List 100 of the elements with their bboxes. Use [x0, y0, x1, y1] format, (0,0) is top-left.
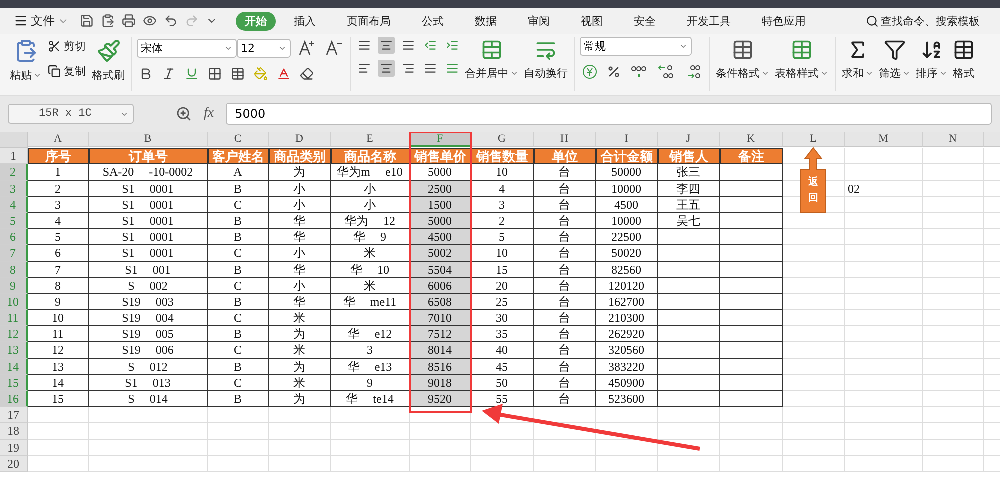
currency-icon[interactable]: [580, 62, 600, 82]
shape-label: 返回: [808, 176, 818, 206]
name-box[interactable]: 15R x 1C: [8, 104, 134, 124]
ribbon-tab[interactable]: 插入: [285, 12, 325, 30]
empty-cell: [534, 423, 596, 440]
ribbon-tab[interactable]: 审阅: [519, 12, 559, 30]
ribbon-tab[interactable]: 特色应用: [753, 12, 815, 30]
table-cell: 米: [331, 278, 410, 294]
table-cell: 台: [534, 180, 596, 197]
sum-button[interactable]: 求和: [841, 37, 875, 83]
row-header[interactable]: 17: [0, 407, 28, 424]
column-header[interactable]: B: [89, 132, 208, 147]
file-menu[interactable]: 文件: [10, 12, 73, 30]
row-header[interactable]: 19: [0, 440, 28, 456]
row-header[interactable]: 18: [0, 423, 28, 440]
formula-field[interactable]: 5000: [226, 103, 992, 125]
table-cell: 台: [534, 358, 596, 375]
header-cell: 单位: [534, 148, 596, 164]
table-cell: 10000: [596, 180, 658, 197]
table-cell: B: [208, 294, 269, 310]
table-cell: 华: [269, 262, 331, 278]
table-cell: 6508: [410, 294, 471, 310]
function-label[interactable]: fx: [204, 106, 214, 122]
table-cell: 8516: [410, 358, 471, 375]
row-header[interactable]: 20: [0, 456, 28, 472]
wrap-text-button[interactable]: 自动换行: [523, 37, 569, 83]
ribbon-tab[interactable]: 安全: [625, 12, 665, 30]
table-cell: 50020: [596, 245, 658, 262]
font-name-select[interactable]: 宋体: [137, 38, 237, 58]
header-cell: 序号: [28, 148, 89, 164]
column-header[interactable]: C: [208, 132, 269, 147]
conditional-format-button[interactable]: 条件格式: [715, 37, 771, 83]
empty-cell: [534, 440, 596, 456]
table-cell: C: [208, 374, 269, 391]
column-header[interactable]: L: [783, 132, 845, 147]
table-cell: 台: [534, 262, 596, 278]
table-cell: S1 0001: [89, 229, 208, 246]
font-size-select[interactable]: 12: [237, 38, 291, 58]
align-center-icon[interactable]: [378, 60, 395, 77]
table-style-button[interactable]: 表格样式: [774, 37, 830, 83]
empty-cell: [923, 196, 984, 213]
table-cell: 7512: [410, 326, 471, 342]
zoom-icon[interactable]: [176, 106, 192, 122]
merge-center-button[interactable]: 合并居中: [464, 37, 520, 83]
undo-icon[interactable]: [164, 14, 178, 28]
border-icon[interactable]: [206, 65, 224, 83]
table-cell: S1 001: [89, 262, 208, 278]
column-header[interactable]: G: [471, 132, 534, 147]
ribbon-tab[interactable]: 公式: [413, 12, 453, 30]
column-header[interactable]: A: [28, 132, 89, 147]
export-icon[interactable]: [101, 14, 115, 28]
table-cell: 1500: [410, 196, 471, 213]
table-cell: 5002: [410, 245, 471, 262]
column-header[interactable]: M: [845, 132, 923, 147]
table-cell: 王五: [658, 196, 720, 213]
ribbon-tab[interactable]: 数据: [466, 12, 506, 30]
empty-cell: [720, 423, 783, 440]
column-header[interactable]: K: [720, 132, 783, 147]
sort-button[interactable]: 排序: [915, 37, 949, 83]
cut-button[interactable]: 剪切: [46, 37, 88, 56]
column-header[interactable]: D: [269, 132, 331, 147]
column-header[interactable]: H: [534, 132, 596, 147]
filter-button[interactable]: 筛选: [878, 37, 912, 83]
column-header[interactable]: E: [331, 132, 410, 147]
table-cell: 210300: [596, 310, 658, 326]
column-header[interactable]: I: [596, 132, 658, 147]
column-header[interactable]: N: [923, 132, 984, 147]
format-button[interactable]: 格式: [952, 37, 976, 83]
print-icon[interactable]: [122, 14, 136, 28]
row-header[interactable]: 1: [0, 148, 28, 164]
table-cell: 162700: [596, 294, 658, 310]
table-cell: B: [208, 262, 269, 278]
copy-button[interactable]: 复制: [46, 62, 88, 81]
ribbon-tab[interactable]: 开发工具: [678, 12, 740, 30]
column-header[interactable]: J: [658, 132, 720, 147]
fill-color-icon[interactable]: [252, 65, 270, 83]
command-search[interactable]: 查找命令、搜索模板: [860, 12, 986, 30]
ribbon-tab[interactable]: 视图: [572, 12, 612, 30]
caret-icon: [902, 69, 911, 78]
scissors-icon: [48, 40, 61, 53]
ribbon-tab[interactable]: 页面布局: [338, 12, 400, 30]
clipboard-icon: [14, 39, 38, 63]
table-cell: 10000: [596, 212, 658, 230]
paste-button[interactable]: 粘贴: [9, 37, 43, 85]
table-cell: 25: [471, 294, 534, 310]
preview-icon[interactable]: [143, 14, 157, 28]
save-icon[interactable]: [80, 14, 94, 28]
table-cell: 台: [534, 229, 596, 246]
table-cell: C: [208, 342, 269, 359]
eraser-icon[interactable]: [298, 65, 316, 83]
table-cell: 5: [471, 229, 534, 246]
empty-cell: [783, 440, 845, 456]
number-format-select[interactable]: 常规: [580, 37, 692, 56]
empty-cell: [923, 212, 984, 230]
table-cell: S1 0001: [89, 212, 208, 230]
header-cell: 销售人: [658, 148, 720, 164]
align-middle-icon[interactable]: [378, 37, 395, 54]
header-cell: 备注: [720, 148, 783, 164]
table-border-icon[interactable]: [229, 65, 247, 83]
format-painter-button[interactable]: 格式刷: [91, 37, 126, 85]
